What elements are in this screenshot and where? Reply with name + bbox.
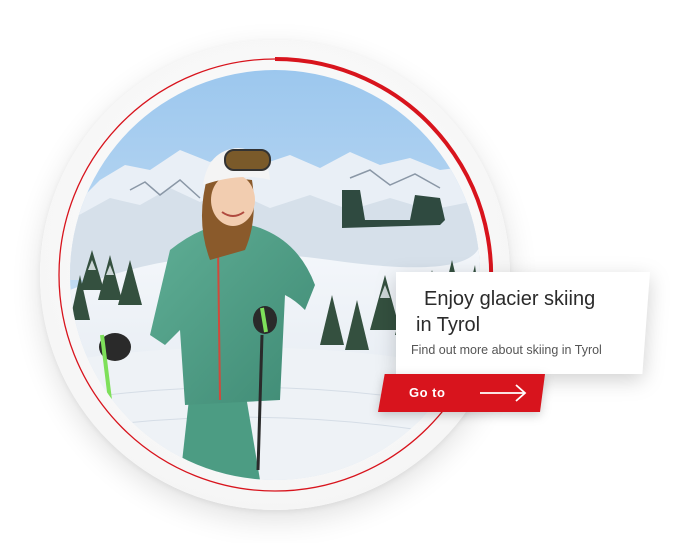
teaser-stage: Enjoy glacier skiing in Tyrol Find out m… [0,0,694,543]
goto-button-label: Go to [409,385,446,400]
teaser-title-line2: in Tyrol [416,314,481,336]
arrow-right-icon [480,384,527,402]
teaser-subtitle: Find out more about skiing in Tyrol [411,343,602,357]
goto-button[interactable]: Go to [378,374,545,412]
teaser-title-line1: Enjoy glacier skiing [424,288,596,310]
teaser-title: Enjoy glacier skiing in Tyrol [416,286,646,338]
